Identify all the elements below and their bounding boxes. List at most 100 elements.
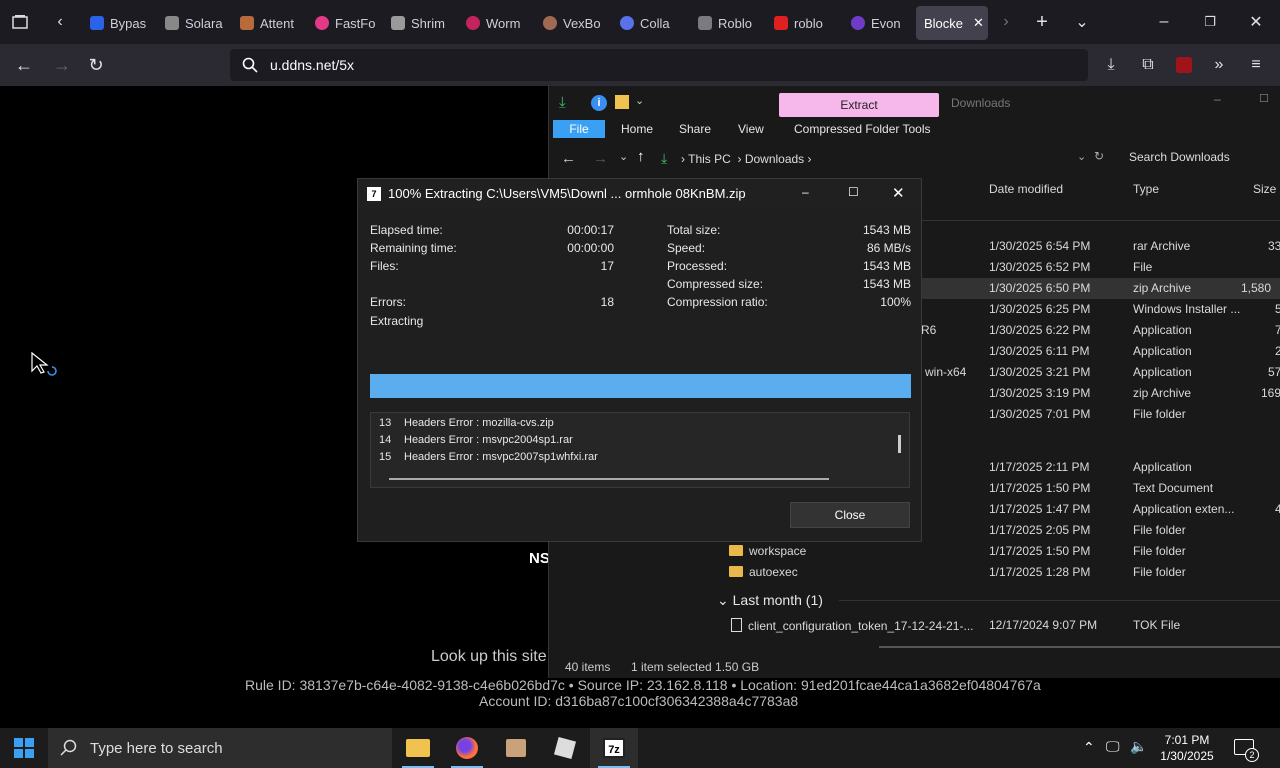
tab-label: Solara (185, 15, 223, 31)
folder-icon (729, 545, 743, 556)
extensions-icon[interactable]: ⧉ (1136, 53, 1160, 77)
stat-label: Remaining time: (370, 241, 457, 255)
tab-4[interactable]: Shrim (383, 6, 453, 40)
breadcrumb-folder-icon: ⤓ (661, 150, 668, 166)
up-folder-icon[interactable]: ↑ (637, 148, 645, 165)
breadcrumb-downloads[interactable]: Downloads (745, 152, 804, 166)
breadcrumb-this-pc[interactable]: This PC (688, 152, 731, 166)
taskbar-search-box[interactable]: Type here to search (48, 728, 392, 768)
extract-tab[interactable]: Extract (779, 93, 939, 117)
favicon-icon (851, 16, 865, 30)
close-window-icon[interactable]: ✕ (1244, 10, 1268, 34)
network-icon[interactable]: 🖵 (1106, 738, 1120, 755)
address-dropdown-icon[interactable]: ⌄ (1077, 150, 1086, 163)
url-bar[interactable]: u.ddns.net/5x (230, 49, 1088, 81)
log-horizontal-scrollbar[interactable] (389, 478, 829, 480)
log-line: 13 Headers Error : mozilla-cvs.zip (379, 417, 554, 429)
ribbon-tab-view[interactable]: View (738, 122, 764, 136)
column-size[interactable]: Size (1253, 182, 1276, 196)
search-downloads-input[interactable]: Search Downloads (1121, 146, 1280, 168)
tab-label: VexBo (563, 15, 601, 31)
favicon-icon (165, 16, 179, 30)
stat-value: 1543 MB (862, 223, 911, 237)
error-log-list[interactable]: 13 Headers Error : mozilla-cvs.zip 14 Head… (370, 412, 910, 488)
tab-3[interactable]: FastFo (307, 6, 377, 40)
tab-7[interactable]: Colla (612, 6, 686, 40)
start-button[interactable] (0, 728, 48, 768)
stat-value: 1543 MB (862, 277, 911, 291)
forward-icon[interactable]: → (50, 53, 74, 77)
progress-bar-fill (370, 374, 911, 398)
quick-access-dropdown-icon[interactable]: ⌄ (635, 94, 644, 107)
log-vertical-scrollbar[interactable] (898, 435, 901, 453)
stat-label: Errors: (370, 295, 406, 309)
close-tab-icon[interactable]: ✕ (973, 15, 984, 31)
tab-9[interactable]: roblo (766, 6, 840, 40)
new-tab-icon[interactable]: + (1030, 10, 1054, 34)
list-tabs-icon[interactable]: ⌄ (1070, 10, 1094, 34)
explorer-forward-icon[interactable]: → (593, 150, 608, 167)
column-type[interactable]: Type (1133, 182, 1159, 196)
tab-2[interactable]: Attent (232, 6, 302, 40)
taskbar-firefox[interactable] (443, 728, 491, 768)
dialog-minimize-icon[interactable]: – (802, 185, 809, 199)
roblox-icon (553, 736, 577, 760)
new-folder-icon[interactable] (615, 95, 629, 109)
group-label: Last month (1) (732, 592, 823, 608)
group-last-month[interactable]: ⌄ Last month (1) (717, 592, 823, 609)
tab-10[interactable]: Evon (843, 6, 913, 40)
explorer-minimize-icon[interactable]: – (1214, 92, 1221, 106)
taskbar-clock[interactable]: 7:01 PM 1/30/2025 (1152, 732, 1222, 764)
folder-row-workspace[interactable]: workspace 1/17/2025 1:50 PM File folder (549, 541, 1280, 562)
menu-icon[interactable]: ≡ (1244, 53, 1268, 77)
taskbar-roblox[interactable] (541, 728, 589, 768)
back-icon[interactable]: ← (12, 53, 36, 77)
folder-icon (729, 566, 743, 577)
horizontal-scrollbar[interactable] (879, 646, 1280, 648)
dialog-close-icon[interactable]: ✕ (892, 184, 905, 202)
tab-0[interactable]: Bypas (82, 6, 152, 40)
close-button[interactable]: Close (790, 502, 910, 528)
tab-label: Bypas (110, 15, 147, 31)
tab-8[interactable]: Roblo (690, 6, 764, 40)
volume-muted-icon[interactable]: 🔈 (1130, 738, 1147, 755)
ribbon-tab-share[interactable]: Share (679, 122, 711, 136)
tab-overview-icon[interactable] (8, 10, 32, 34)
tab-5[interactable]: Worm (458, 6, 528, 40)
tab-6[interactable]: VexBo (535, 6, 605, 40)
dialog-titlebar[interactable]: 7 100% Extracting C:\Users\VM5\Downl ...… (358, 179, 921, 209)
stat-label: Processed: (667, 259, 728, 273)
ublock-icon[interactable] (1172, 53, 1196, 77)
properties-icon[interactable]: i (591, 95, 607, 111)
tab-active[interactable]: Blocke ✕ (916, 6, 988, 40)
explorer-back-icon[interactable]: ← (561, 150, 576, 167)
ribbon-tab-compressed[interactable]: Compressed Folder Tools (794, 122, 931, 136)
dialog-maximize-icon[interactable]: ☐ (848, 185, 859, 199)
favicon-icon (240, 16, 254, 30)
file-row-token[interactable]: client_configuration_token_17-12-24-21-.… (549, 615, 1280, 636)
taskbar-7zip[interactable]: 7z (590, 728, 638, 768)
tab-scroll-left-icon[interactable]: ‹ (48, 10, 72, 34)
minimize-icon[interactable]: – (1152, 10, 1176, 34)
recent-dropdown-icon[interactable]: ⌄ (619, 150, 628, 163)
ribbon-tab-file[interactable]: File (553, 120, 605, 138)
downloads-icon[interactable]: ⤓ (1099, 53, 1123, 77)
restore-icon[interactable]: ❐ (1198, 10, 1222, 34)
refresh-icon[interactable]: ↻ (1094, 149, 1104, 163)
column-date-modified[interactable]: Date modified (989, 182, 1063, 196)
stat-label: Files: (370, 259, 399, 273)
taskbar-file-explorer[interactable] (394, 728, 442, 768)
store-bag-icon (506, 739, 526, 757)
ribbon-tab-home[interactable]: Home (621, 122, 653, 136)
browser-tab-bar: ‹ Bypas Solara Attent FastFo Shrim Worm … (0, 0, 1280, 44)
download-folder-icon: ⤓ (559, 94, 566, 111)
reload-icon[interactable]: ↻ (84, 53, 108, 77)
tab-1[interactable]: Solara (157, 6, 227, 40)
tab-scroll-right-icon[interactable]: › (994, 10, 1018, 34)
explorer-maximize-icon[interactable]: ☐ (1259, 92, 1269, 105)
folder-row-autoexec[interactable]: autoexec 1/17/2025 1:28 PM File folder (549, 562, 1280, 583)
more-tools-icon[interactable]: » (1207, 53, 1231, 77)
progress-bar (370, 374, 911, 398)
taskbar-store[interactable] (492, 728, 540, 768)
show-hidden-icons[interactable]: ⌃ (1083, 739, 1095, 756)
